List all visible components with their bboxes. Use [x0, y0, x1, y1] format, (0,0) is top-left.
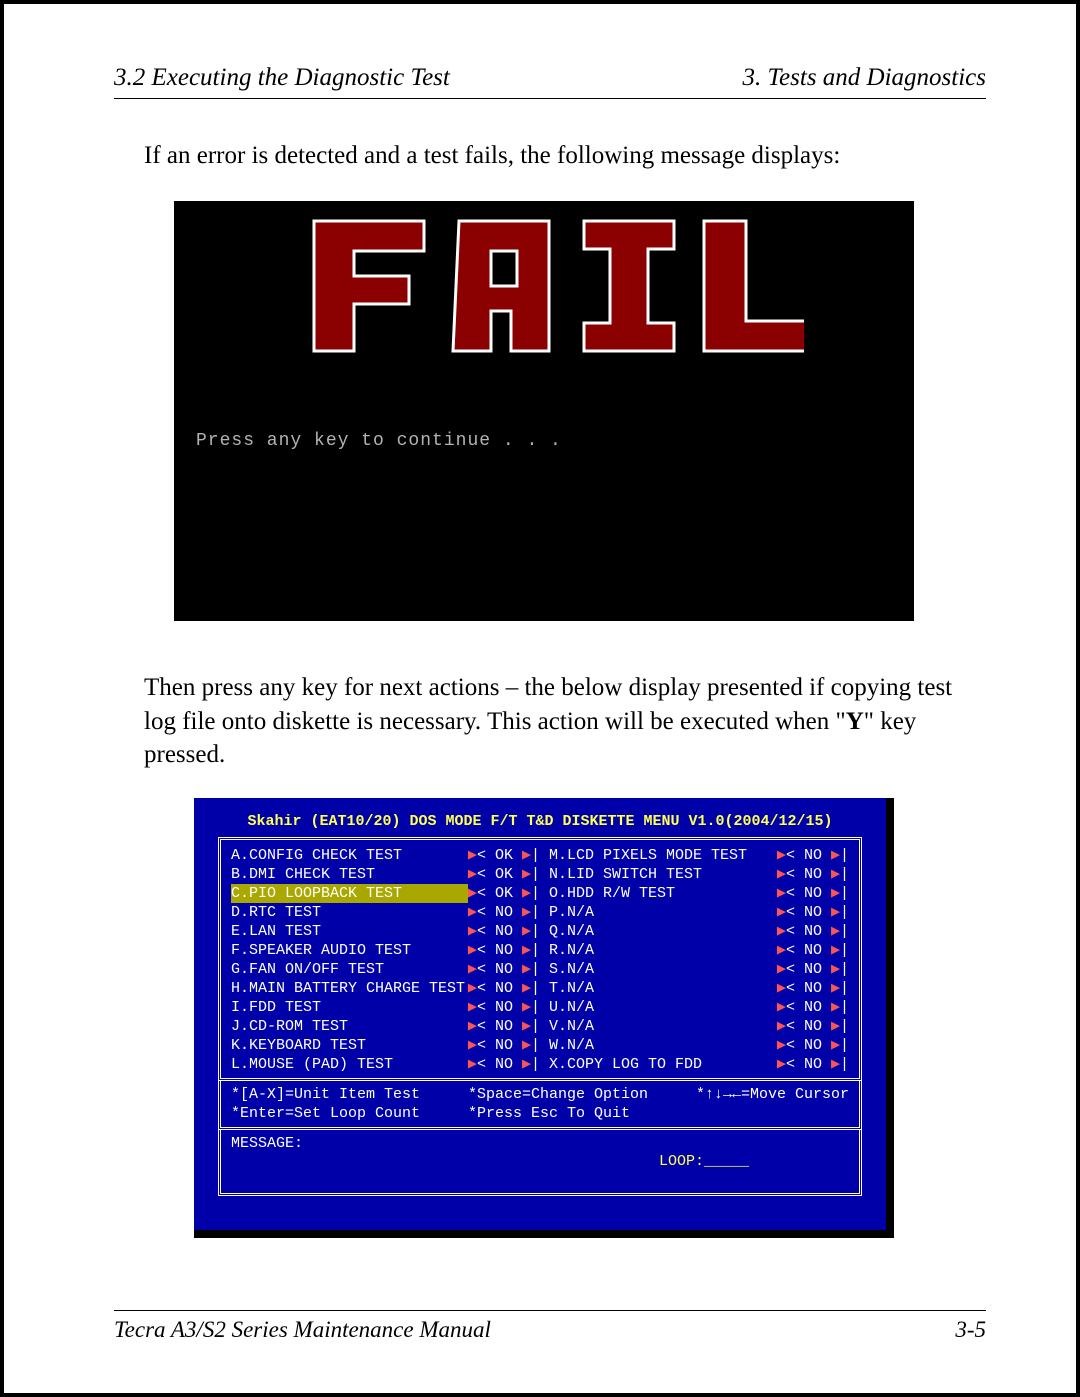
test-column-left: A.CONFIG CHECK TEST▶< OK ▶|B.DMI CHECK T…: [231, 846, 540, 1074]
test-row[interactable]: F.SPEAKER AUDIO TEST▶< NO ▶|: [231, 941, 540, 960]
test-row[interactable]: K.KEYBOARD TEST▶< NO ▶|: [231, 1036, 540, 1055]
header-left: 3.2 Executing the Diagnostic Test: [114, 64, 450, 92]
test-row[interactable]: V.N/A▶< NO ▶|: [540, 1017, 849, 1036]
test-row[interactable]: S.N/A▶< NO ▶|: [540, 960, 849, 979]
paragraph-1: If an error is detected and a test fails…: [144, 139, 964, 173]
test-column-right: M.LCD PIXELS MODE TEST▶< NO ▶| N.LID SWI…: [540, 846, 849, 1074]
page-footer: Tecra A3/S2 Series Maintenance Manual 3-…: [114, 1310, 986, 1343]
page: 3.2 Executing the Diagnostic Test 3. Tes…: [0, 0, 1080, 1397]
footer-right: 3-5: [955, 1317, 986, 1343]
loop-label: LOOP:_____: [659, 1152, 749, 1171]
test-row[interactable]: C.PIO LOOPBACK TEST▶< OK ▶|: [231, 884, 540, 903]
test-row[interactable]: E.LAN TEST▶< NO ▶|: [231, 922, 540, 941]
test-row[interactable]: B.DMI CHECK TEST▶< OK ▶|: [231, 865, 540, 884]
test-row[interactable]: M.LCD PIXELS MODE TEST▶< NO ▶|: [540, 846, 849, 865]
test-row[interactable]: J.CD-ROM TEST▶< NO ▶|: [231, 1017, 540, 1036]
test-row[interactable]: T.N/A▶< NO ▶|: [540, 979, 849, 998]
header-right: 3. Tests and Diagnostics: [742, 64, 986, 92]
test-row[interactable]: O.HDD R/W TEST▶< NO ▶|: [540, 884, 849, 903]
help-col3: *↑↓→←=Move Cursor: [696, 1085, 849, 1123]
fail-screenshot: .g{fill:#8b0000;stroke:#fff;stroke-width…: [174, 201, 914, 621]
message-label: MESSAGE:: [231, 1135, 303, 1152]
test-row[interactable]: A.CONFIG CHECK TEST▶< OK ▶|: [231, 846, 540, 865]
test-list-box: A.CONFIG CHECK TEST▶< OK ▶|B.DMI CHECK T…: [218, 837, 862, 1081]
footer-left: Tecra A3/S2 Series Maintenance Manual: [114, 1317, 491, 1343]
test-row[interactable]: G.FAN ON/OFF TEST▶< NO ▶|: [231, 960, 540, 979]
help-col2: *Space=Change Option*Press Esc To Quit: [468, 1085, 648, 1123]
help-box: *[A-X]=Unit Item Test*Enter=Set Loop Cou…: [218, 1081, 862, 1130]
test-row[interactable]: D.RTC TEST▶< NO ▶|: [231, 903, 540, 922]
test-row[interactable]: N.LID SWITCH TEST▶< NO ▶|: [540, 865, 849, 884]
test-row[interactable]: P.N/A▶< NO ▶|: [540, 903, 849, 922]
test-row[interactable]: X.COPY LOG TO FDD▶< NO ▶|: [540, 1055, 849, 1074]
test-row[interactable]: U.N/A▶< NO ▶|: [540, 998, 849, 1017]
page-header: 3.2 Executing the Diagnostic Test 3. Tes…: [114, 64, 986, 99]
test-row[interactable]: L.MOUSE (PAD) TEST▶< NO ▶|: [231, 1055, 540, 1074]
menu-title: Skahir (EAT10/20) DOS MODE F/T T&D DISKE…: [218, 812, 862, 831]
paragraph-2: Then press any key for next actions – th…: [144, 671, 964, 772]
message-box: MESSAGE: LOOP:_____: [218, 1130, 862, 1196]
help-col1: *[A-X]=Unit Item Test*Enter=Set Loop Cou…: [231, 1085, 420, 1123]
test-row[interactable]: W.N/A▶< NO ▶|: [540, 1036, 849, 1055]
test-row[interactable]: H.MAIN BATTERY CHARGE TEST▶< NO ▶|: [231, 979, 540, 998]
test-row[interactable]: R.N/A▶< NO ▶|: [540, 941, 849, 960]
fail-ascii-art: .g{fill:#8b0000;stroke:#fff;stroke-width…: [284, 201, 804, 371]
test-row[interactable]: Q.N/A▶< NO ▶|: [540, 922, 849, 941]
dos-menu-screenshot: Skahir (EAT10/20) DOS MODE F/T T&D DISKE…: [194, 798, 894, 1238]
press-any-key-text: Press any key to continue . . .: [196, 431, 562, 451]
test-row[interactable]: I.FDD TEST▶< NO ▶|: [231, 998, 540, 1017]
